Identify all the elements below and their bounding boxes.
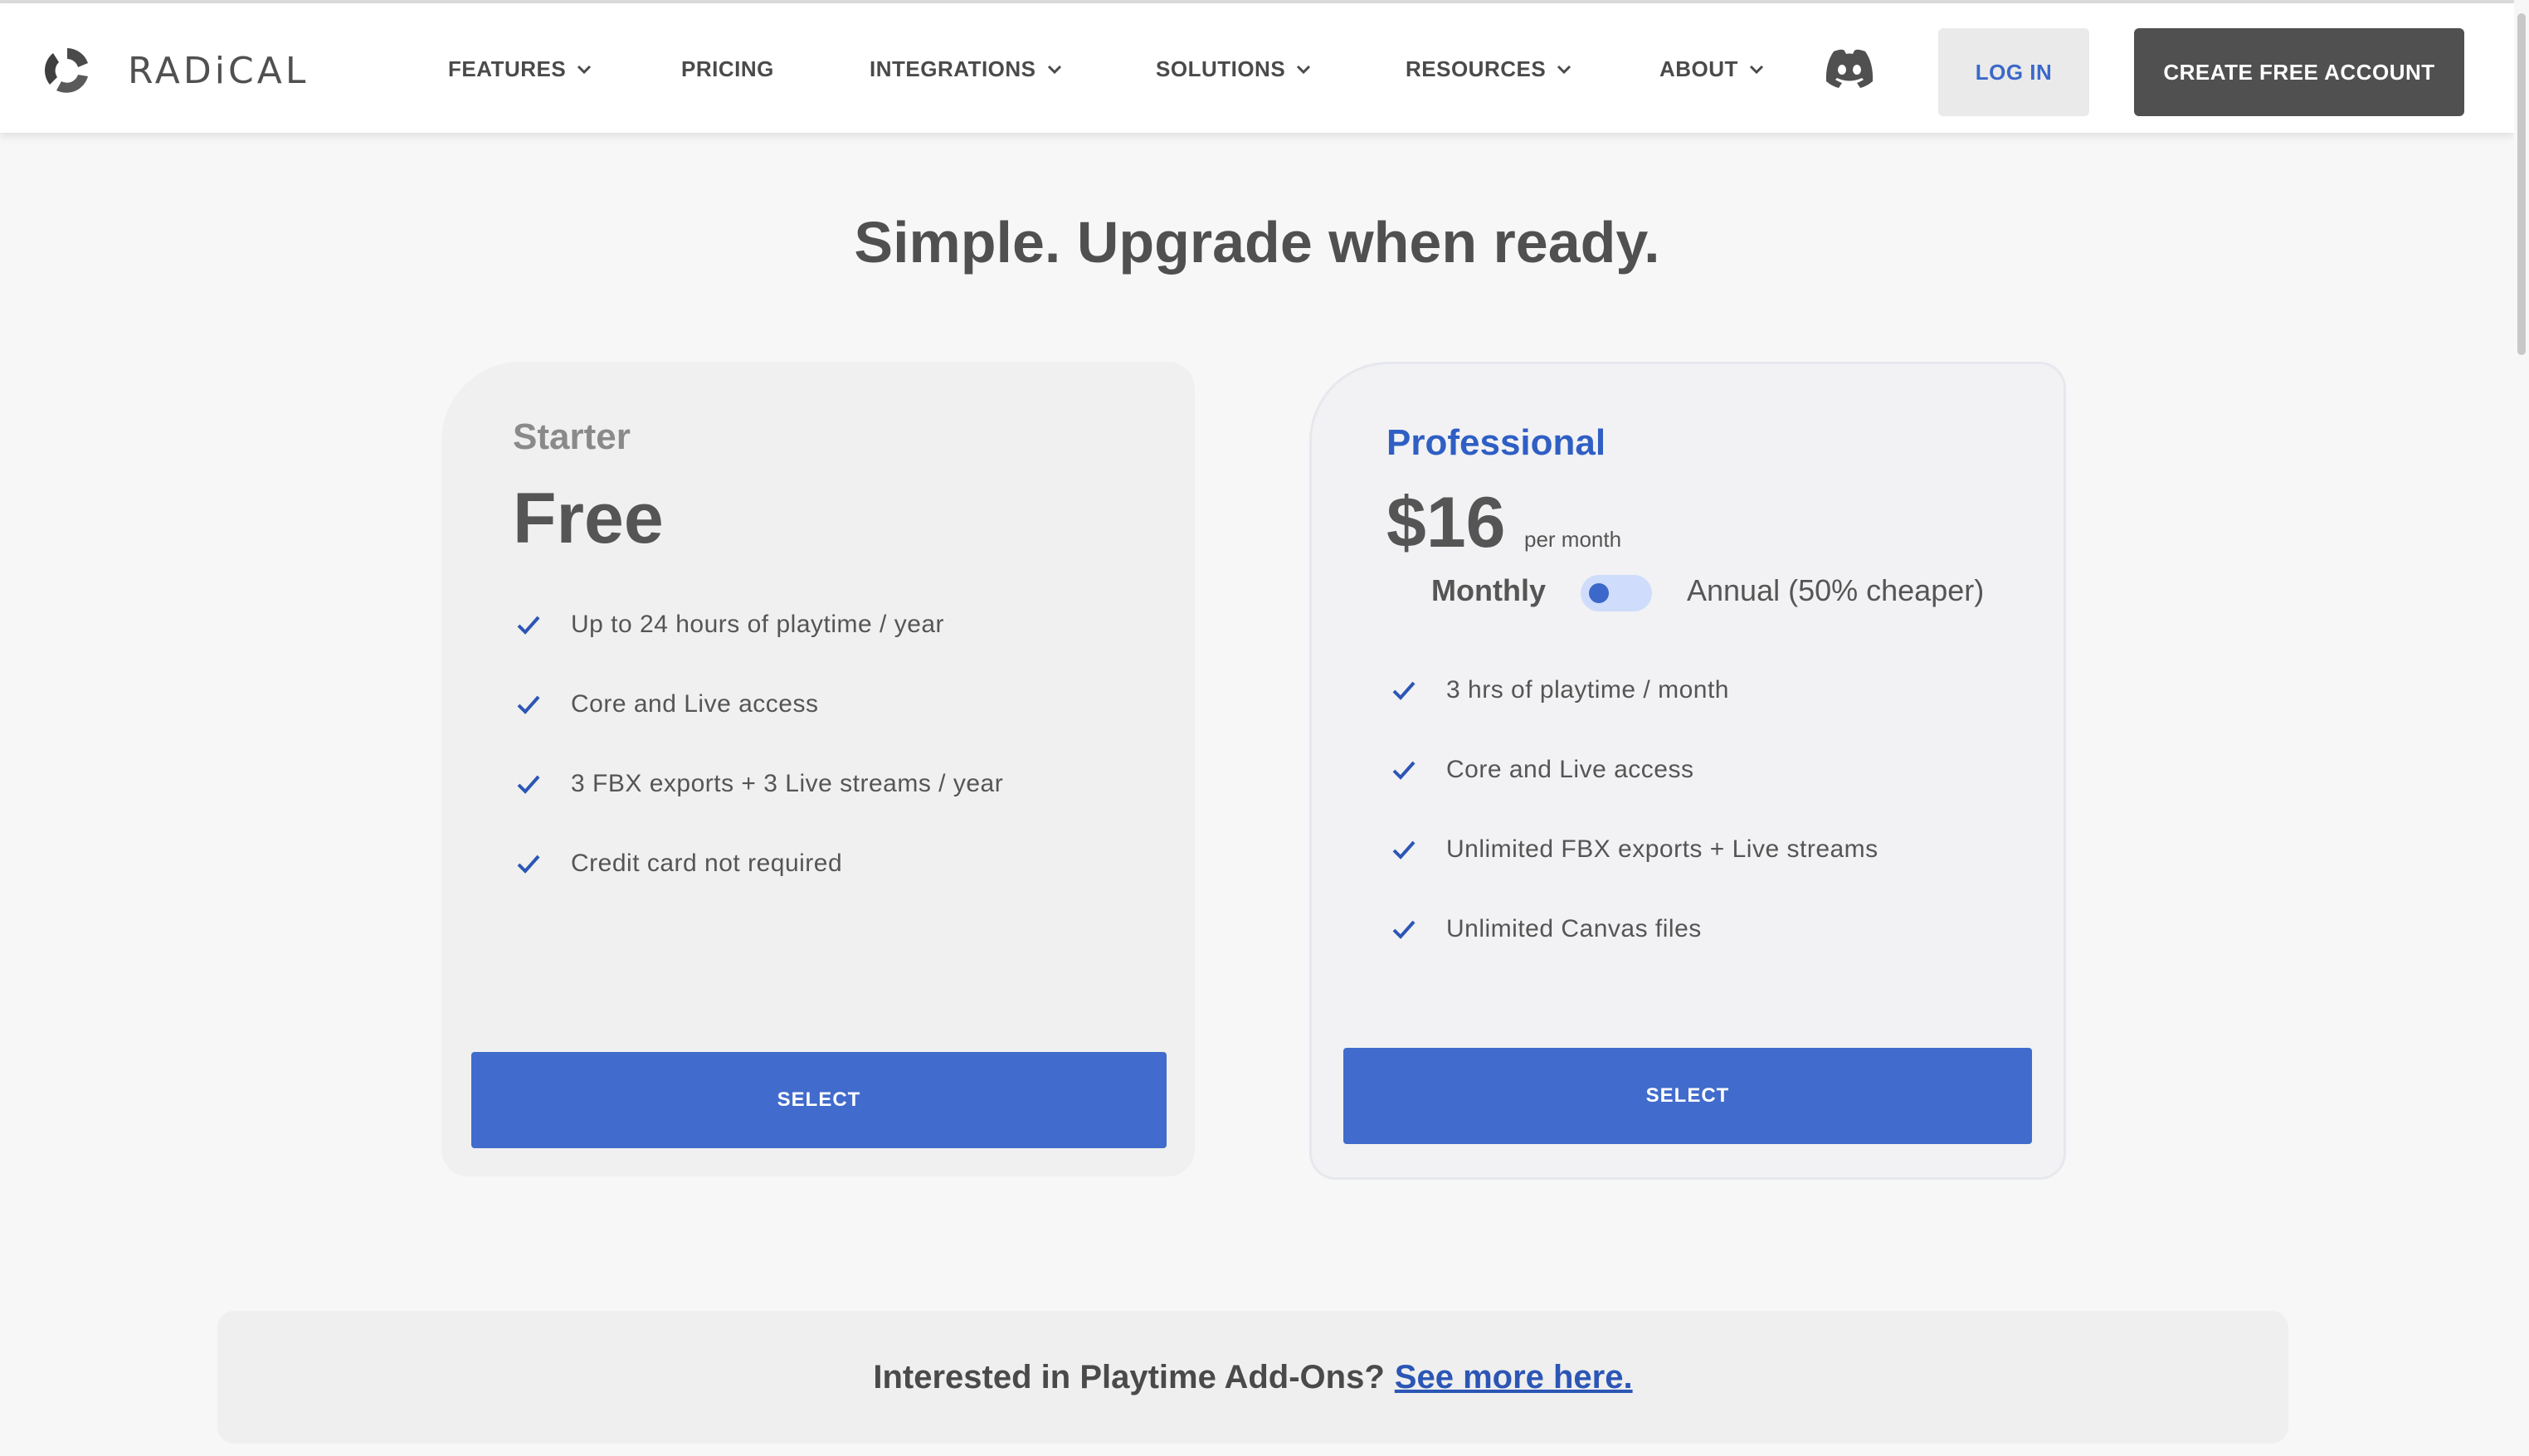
plan-price-professional: $16	[1386, 483, 1506, 562]
plan-card-professional: Professional $16 per month Monthly Annua…	[1309, 362, 2066, 1180]
check-icon	[517, 855, 540, 874]
nav-about[interactable]: ABOUT	[1659, 56, 1765, 82]
discord-icon[interactable]	[1822, 46, 1877, 90]
top-navbar: RADiCAL FEATURES PRICING INTEGRATIONS SO…	[0, 3, 2514, 133]
feature-text: 3 hrs of playtime / month	[1446, 676, 1729, 704]
brand-name: RADiCAL	[128, 49, 309, 92]
nav-integrations-label: INTEGRATIONS	[870, 56, 1036, 81]
select-professional-button[interactable]: SELECT	[1343, 1048, 2032, 1144]
brand-logo[interactable]: RADiCAL	[41, 45, 309, 96]
feature-item: 3 hrs of playtime / month	[1391, 676, 1729, 704]
addons-text: Interested in Playtime Add-Ons?	[873, 1358, 1385, 1395]
feature-text: Up to 24 hours of playtime / year	[571, 611, 945, 638]
check-icon	[517, 775, 540, 794]
chevron-down-icon	[1047, 65, 1061, 74]
feature-item: Unlimited Canvas files	[1391, 915, 1702, 943]
feature-item: Core and Live access	[1391, 756, 1694, 784]
radical-logo-icon	[44, 48, 88, 93]
nav-pricing[interactable]: PRICING	[681, 56, 774, 82]
plan-tier-professional: Professional	[1386, 422, 1606, 463]
feature-text: Core and Live access	[1446, 756, 1694, 783]
check-icon	[1392, 761, 1416, 780]
check-icon	[1392, 681, 1416, 700]
select-starter-button[interactable]: SELECT	[471, 1052, 1167, 1148]
feature-text: Unlimited Canvas files	[1446, 915, 1702, 942]
feature-item: Core and Live access	[516, 690, 819, 718]
nav-integrations[interactable]: INTEGRATIONS	[870, 56, 1063, 82]
check-icon	[517, 616, 540, 635]
plan-card-starter: Starter Free Up to 24 hours of playtime …	[441, 362, 1195, 1176]
billing-toggle-knob	[1589, 583, 1609, 603]
nav-resources[interactable]: RESOURCES	[1406, 56, 1572, 82]
billing-monthly-label[interactable]: Monthly	[1431, 573, 1546, 608]
nav-solutions-label: SOLUTIONS	[1156, 56, 1286, 81]
check-icon	[1392, 840, 1416, 859]
plan-price-period: per month	[1524, 527, 1622, 552]
feature-item: 3 FBX exports + 3 Live streams / year	[516, 770, 1003, 798]
check-icon	[1392, 920, 1416, 939]
nav-features[interactable]: FEATURES	[448, 56, 592, 82]
nav-features-label: FEATURES	[448, 56, 567, 81]
nav-pricing-label: PRICING	[681, 56, 774, 81]
chevron-down-icon	[1749, 65, 1763, 74]
chevron-down-icon	[577, 65, 592, 74]
addons-link[interactable]: See more here.	[1395, 1359, 1633, 1396]
scrollbar-thumb[interactable]	[2517, 13, 2526, 355]
feature-item: Up to 24 hours of playtime / year	[516, 611, 944, 639]
nav-solutions[interactable]: SOLUTIONS	[1156, 56, 1312, 82]
feature-text: Unlimited FBX exports + Live streams	[1446, 835, 1878, 863]
plan-tier-starter: Starter	[513, 416, 631, 457]
create-account-button[interactable]: CREATE FREE ACCOUNT	[2134, 28, 2464, 116]
nav-resources-label: RESOURCES	[1406, 56, 1547, 81]
billing-annual-label[interactable]: Annual (50% cheaper)	[1687, 573, 1984, 608]
feature-item: Credit card not required	[516, 850, 842, 878]
nav-about-label: ABOUT	[1659, 56, 1738, 81]
playtime-addons-banner: Interested in Playtime Add-Ons? See more…	[217, 1311, 2288, 1444]
billing-toggle[interactable]	[1581, 575, 1652, 611]
check-icon	[517, 695, 540, 714]
page-title: Simple. Upgrade when ready.	[854, 210, 1660, 275]
feature-text: Credit card not required	[571, 850, 843, 877]
feature-text: 3 FBX exports + 3 Live streams / year	[571, 770, 1004, 797]
chevron-down-icon	[1557, 65, 1571, 74]
feature-item: Unlimited FBX exports + Live streams	[1391, 835, 1878, 864]
login-button[interactable]: LOG IN	[1938, 28, 2089, 116]
chevron-down-icon	[1297, 65, 1311, 74]
plan-price-starter: Free	[513, 479, 664, 558]
feature-text: Core and Live access	[571, 690, 819, 718]
